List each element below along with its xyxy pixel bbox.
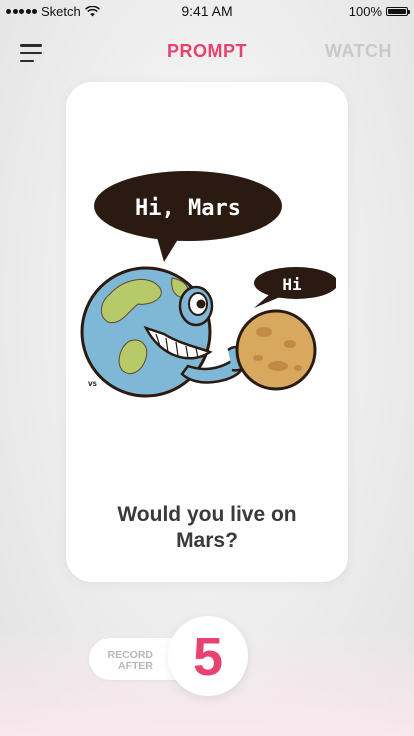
top-nav: PROMPT WATCH	[0, 36, 414, 70]
countdown-button[interactable]: 5	[168, 616, 248, 696]
speech-bubble-large-text: Hi, Mars	[135, 196, 241, 221]
earth-mars-illustration: Hi, Mars Hi VS	[80, 171, 336, 398]
prompt-card: Hi, Mars Hi VS Would you live on Mars?	[66, 82, 348, 582]
tab-watch[interactable]: WATCH	[325, 41, 392, 62]
earth-character	[80, 266, 250, 398]
record-label-line2: AFTER	[118, 660, 153, 672]
prompt-question: Would you live on Mars?	[117, 503, 297, 552]
battery-percent: 100%	[348, 4, 382, 19]
speech-bubble-small: Hi	[254, 267, 336, 308]
speech-bubble-small-text: Hi	[282, 275, 302, 294]
battery-icon	[386, 7, 410, 16]
record-after-label: RECORD AFTER	[101, 650, 153, 672]
battery-fill	[388, 9, 406, 14]
speech-bubble-large: Hi, Mars	[94, 171, 282, 262]
countdown-number: 5	[192, 627, 224, 687]
status-bar: Sketch 9:41 AM 100%	[0, 0, 414, 22]
status-right: 100%	[348, 4, 410, 19]
artist-signature: VS	[88, 381, 97, 388]
mars-character	[235, 309, 317, 391]
